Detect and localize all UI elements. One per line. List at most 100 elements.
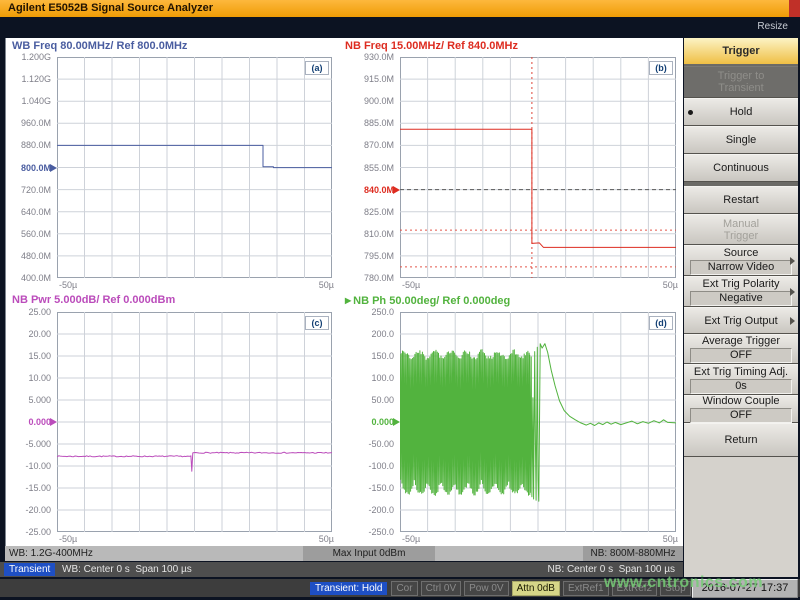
softkey-label: Source <box>724 247 759 259</box>
plot-a-grid <box>57 57 332 278</box>
plot-a-ref-marker-icon <box>50 164 57 172</box>
plot-b-ytick-9: 795.0M <box>350 251 394 261</box>
sweep-bar: Transient WB: Center 0 s Span 100 µs NB:… <box>0 562 683 577</box>
window-title: Agilent E5052B Signal Source Analyzer <box>8 2 213 14</box>
plot-a-ytick-2: 1.040G <box>7 96 51 106</box>
softkey-sidebar: Trigger Trigger to Transient Hold Single Co… <box>684 38 798 577</box>
plot-a-ytick-10: 400.0M <box>7 273 51 283</box>
plot-a-ytick-7: 640.0M <box>7 207 51 217</box>
plot-b-ytick-0: 930.0M <box>350 52 394 62</box>
softkey-ext-trig-polarity[interactable]: Ext Trig PolarityNegative <box>684 276 798 307</box>
plot-d-grid <box>400 312 676 532</box>
indicator-ctrl-0v: Ctrl 0V <box>421 581 462 596</box>
plot-a-xtick-right: 50µ <box>294 280 334 290</box>
indicator-pow-0v: Pow 0V <box>464 581 508 596</box>
plot-c-ytick-9: -20.00 <box>7 505 51 515</box>
wb-range-label: WB: 1.2G-400MHz <box>9 547 93 560</box>
softkey-return[interactable]: Return <box>684 423 798 457</box>
plot-c-ytick-0: 25.00 <box>7 307 51 317</box>
plot-d-ytick-8: -150.0 <box>350 483 394 493</box>
softkey-manual-trigger: Manual Trigger <box>684 214 798 245</box>
plot-c-ytick-8: -15.00 <box>7 483 51 493</box>
analyzer-screen: Agilent E5052B Signal Source Analyzer Re… <box>0 0 800 600</box>
softkey-label: Single <box>726 134 757 146</box>
plot-a-ytick-6: 720.0M <box>7 185 51 195</box>
plot-c-ytick-2: 15.00 <box>7 351 51 361</box>
nb-range-label: NB: 800M-880MHz <box>583 546 683 561</box>
indicator-extref1: ExtRef1 <box>563 581 609 596</box>
plot-d-ytick-9: -200.0 <box>350 505 394 515</box>
plot-d-ytick-5: 0.000 <box>350 417 394 427</box>
plot-c-title: NB Pwr 5.000dB/ Ref 0.000dBm <box>12 294 175 307</box>
plot-c-ytick-1: 20.00 <box>7 329 51 339</box>
plot-c-corner-label: (c) <box>305 316 329 330</box>
plot-a-ytick-9: 480.0M <box>7 251 51 261</box>
softkey-value: Negative <box>690 291 792 306</box>
submenu-arrow-icon <box>790 288 795 296</box>
plot-c-ytick-5: 0.000 <box>7 417 51 427</box>
plot-d-ytick-6: -50.00 <box>350 439 394 449</box>
softkey-average-trigger[interactable]: Average TriggerOFF <box>684 334 798 364</box>
indicator-attn-0db: Attn 0dB <box>512 581 560 596</box>
plot-d-ytick-0: 250.0 <box>350 307 394 317</box>
softkey-value: Narrow Video <box>690 260 792 275</box>
plot-b-ytick-10: 780.0M <box>350 273 394 283</box>
resize-row: Resize <box>0 17 800 38</box>
ref-marker-icon: ▶ <box>345 296 351 305</box>
plot-b-ytick-5: 855.0M <box>350 163 394 173</box>
sidebar-filler <box>684 457 798 577</box>
softkey-restart[interactable]: Restart <box>684 186 798 214</box>
plot-d-ytick-7: -100.0 <box>350 461 394 471</box>
softkey-label: Ext Trig Timing Adj. <box>694 366 788 378</box>
softkey-label: Return <box>724 434 757 446</box>
softkey-label: Hold <box>730 106 753 118</box>
plot-c-xtick-right: 50µ <box>294 534 334 544</box>
trigger-status-badge: Transient: Hold <box>310 582 387 595</box>
plot-b-ytick-3: 885.0M <box>350 118 394 128</box>
indicator-cor: Cor <box>391 581 417 596</box>
plot-b-xtick-right: 50µ <box>638 280 678 290</box>
softkey-source[interactable]: SourceNarrow Video <box>684 245 798 276</box>
plot-b-ref-marker-icon <box>393 186 400 194</box>
title-bar: Agilent E5052B Signal Source Analyzer <box>0 0 800 17</box>
softkey-continuous[interactable]: Continuous <box>684 154 798 182</box>
softkey-hold[interactable]: Hold <box>684 98 798 126</box>
selected-indicator <box>688 110 693 115</box>
plot-c-ytick-7: -10.00 <box>7 461 51 471</box>
plot-b-ytick-2: 900.0M <box>350 96 394 106</box>
softkey-ext-trig-output[interactable]: Ext Trig Output <box>684 307 798 334</box>
plot-a-xtick-left: -50µ <box>59 280 77 290</box>
softkey-label: Window Couple <box>702 395 779 407</box>
submenu-arrow-icon <box>790 257 795 265</box>
softkey-label: Average Trigger <box>702 335 780 347</box>
plot-a-ytick-3: 960.0M <box>7 118 51 128</box>
softkey-value: 0s <box>690 379 792 394</box>
wb-sweep-label: WB: Center 0 s Span 100 µs <box>62 564 192 575</box>
range-bar: WB: 1.2G-400MHz Max Input 0dBm NB: 800M-… <box>5 546 683 561</box>
softkey-ext-trig-timing-adj[interactable]: Ext Trig Timing Adj.0s <box>684 364 798 395</box>
softkey-label: Trigger to Transient <box>718 70 765 94</box>
plot-d-ytick-10: -250.0 <box>350 527 394 537</box>
softkey-label: Restart <box>723 194 758 206</box>
softkey-single[interactable]: Single <box>684 126 798 154</box>
softkey-label: Ext Trig Polarity <box>702 278 779 290</box>
plot-b-grid <box>400 57 676 278</box>
plot-a-ytick-0: 1.200G <box>7 52 51 62</box>
softkey-label: Ext Trig Output <box>704 315 777 327</box>
menu-header-trigger: Trigger <box>684 38 798 64</box>
window-close-button[interactable] <box>789 0 800 17</box>
softkey-window-couple[interactable]: Window CoupleOFF <box>684 395 798 423</box>
plot-b-ytick-8: 810.0M <box>350 229 394 239</box>
plot-c-ytick-4: 5.000 <box>7 395 51 405</box>
softkey-label: Manual Trigger <box>723 218 759 242</box>
plot-d-ytick-1: 200.0 <box>350 329 394 339</box>
plot-b-ytick-6: 840.0M <box>350 185 394 195</box>
plot-d-ytick-2: 150.0 <box>350 351 394 361</box>
plot-d-ref-marker-icon <box>393 418 400 426</box>
plot-a-ytick-8: 560.0M <box>7 229 51 239</box>
plot-d-title: ▶NB Ph 50.00deg/ Ref 0.000deg <box>345 294 510 308</box>
submenu-arrow-icon <box>790 317 795 325</box>
mode-badge: Transient <box>4 563 55 576</box>
resize-button[interactable]: Resize <box>757 21 788 32</box>
plot-b-corner-label: (b) <box>649 61 673 75</box>
